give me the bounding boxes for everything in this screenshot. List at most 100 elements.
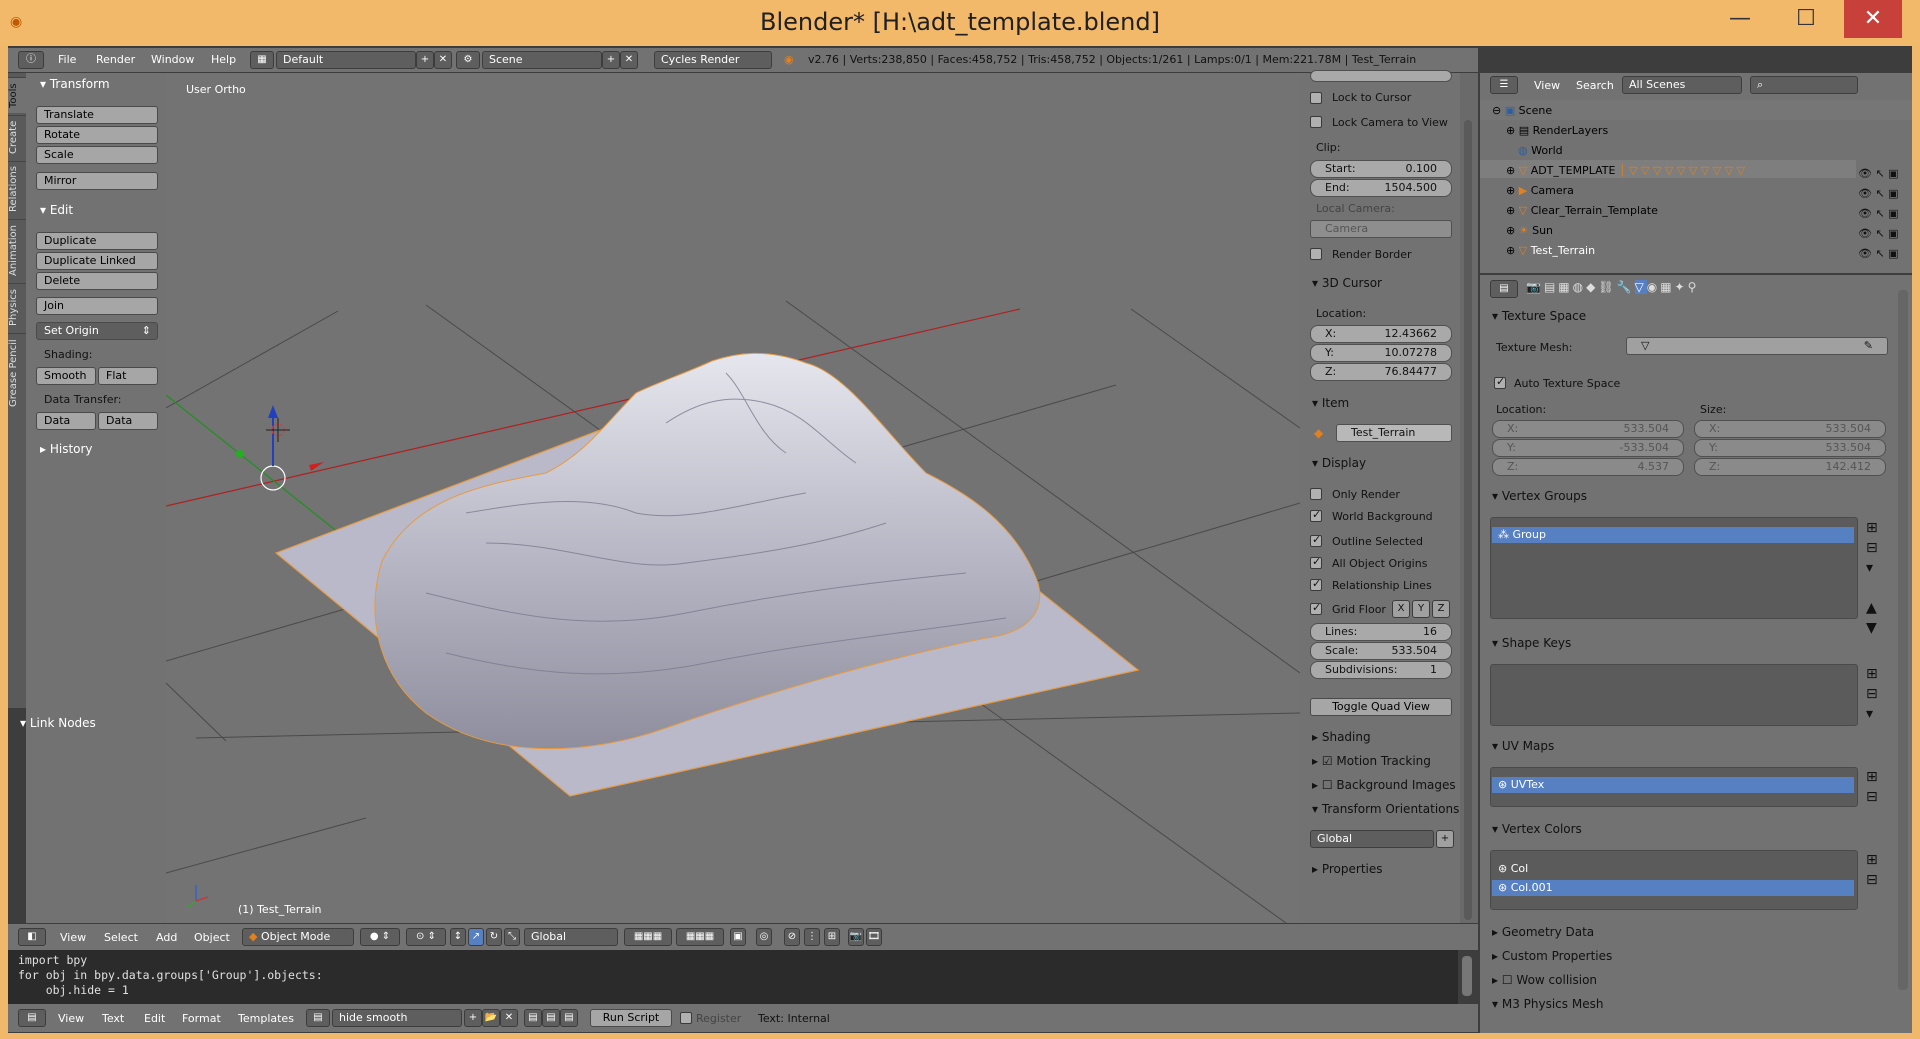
text-browse-icon[interactable]: ▤ bbox=[306, 1009, 330, 1027]
tab-grease-pencil[interactable]: Grease Pencil bbox=[8, 333, 26, 413]
visibility-icons[interactable]: 👁 ↖ ▣ 👁 ↖ ▣ 👁 ↖ ▣ 👁 ↖ ▣ 👁 ↖ ▣ bbox=[1858, 164, 1899, 264]
menu-file[interactable]: File bbox=[58, 52, 76, 68]
shading-header[interactable]: ▸ Shading bbox=[1312, 730, 1371, 744]
text-name-field[interactable]: hide smooth bbox=[332, 1009, 462, 1027]
grid-scale-field[interactable]: Scale: 533.504 bbox=[1310, 642, 1452, 660]
data-layout-button[interactable]: Data Layo bbox=[98, 412, 158, 430]
transform-orientation-dropdown[interactable]: Global bbox=[524, 928, 618, 946]
object-menu[interactable]: Object bbox=[194, 930, 230, 946]
text-edit-menu[interactable]: Edit bbox=[144, 1011, 165, 1027]
texture-space-header[interactable]: ▾ Texture Space bbox=[1492, 309, 1586, 323]
text-editor-scrollbar[interactable] bbox=[1462, 956, 1472, 996]
test-terrain-item[interactable]: ⊕ ▽ Test_Terrain bbox=[1506, 244, 1595, 257]
scene-field[interactable]: Scene bbox=[482, 51, 602, 69]
tab-create[interactable]: Create bbox=[8, 115, 26, 159]
syntax-highlight-toggle[interactable]: ▤ bbox=[560, 1009, 578, 1027]
world-item[interactable]: ◍ World bbox=[1518, 144, 1563, 157]
set-origin-dropdown[interactable]: Set Origin ⇕ bbox=[36, 322, 158, 340]
properties-header[interactable]: ▸ Properties bbox=[1312, 862, 1383, 876]
flat-button[interactable]: Flat bbox=[98, 367, 158, 385]
tex-loc-x-field[interactable]: X: 533.504 bbox=[1492, 420, 1684, 438]
tab-tools[interactable]: Tools bbox=[8, 77, 26, 113]
proportional-edit-icon[interactable]: ◎ bbox=[756, 928, 772, 946]
layers-grid-2[interactable]: ▦▦▦ bbox=[676, 928, 724, 946]
outliner-filter-dropdown[interactable]: All Scenes bbox=[1622, 76, 1742, 94]
vertex-group-item[interactable]: ⁂ Group bbox=[1492, 527, 1854, 543]
join-button[interactable]: Join bbox=[36, 297, 158, 315]
object-name-field[interactable]: Test_Terrain bbox=[1336, 424, 1452, 442]
rotate-button[interactable]: Rotate bbox=[36, 126, 158, 144]
custom-properties-header[interactable]: ▸ Custom Properties bbox=[1492, 949, 1612, 963]
shape-keys-header[interactable]: ▾ Shape Keys bbox=[1492, 636, 1571, 650]
scale-manipulator-icon[interactable]: ⤡ bbox=[504, 928, 520, 946]
tab-animation[interactable]: Animation bbox=[8, 219, 26, 281]
shape-key-controls[interactable]: ⊞ ⊟ ▾ bbox=[1866, 664, 1878, 724]
cursor-y-field[interactable]: Y: 10.07278 bbox=[1310, 344, 1452, 362]
uv-map-item[interactable]: ⊛ UVTex bbox=[1492, 777, 1854, 793]
tex-size-z-field[interactable]: Z: 142.412 bbox=[1694, 458, 1886, 476]
open-text-icon[interactable]: 📂 bbox=[482, 1009, 500, 1027]
vertex-groups-header[interactable]: ▾ Vertex Groups bbox=[1492, 489, 1587, 503]
render-preview-icon[interactable]: 📷 bbox=[848, 928, 864, 946]
grid-lines-field[interactable]: Lines: 16 bbox=[1310, 623, 1452, 641]
data-button[interactable]: Data bbox=[36, 412, 96, 430]
text-templates-menu[interactable]: Templates bbox=[238, 1011, 294, 1027]
clip-end-field[interactable]: End: 1504.500 bbox=[1310, 179, 1452, 197]
world-background-checkbox[interactable] bbox=[1310, 508, 1322, 522]
properties-scrollbar[interactable] bbox=[1898, 290, 1908, 990]
render-animation-icon[interactable]: 🎞 bbox=[866, 928, 882, 946]
snap-element-icon[interactable]: ⋮ bbox=[804, 928, 820, 946]
vertex-group-controls[interactable]: ⊞ ⊟ ▾ ▲ ▼ bbox=[1866, 518, 1878, 638]
view-menu[interactable]: View bbox=[60, 930, 86, 946]
translate-manipulator-icon[interactable]: ↗ bbox=[468, 928, 484, 946]
lock-camera-checkbox[interactable] bbox=[1310, 116, 1322, 128]
wow-collision-header[interactable]: ▸ ☐ Wow collision bbox=[1492, 973, 1597, 987]
menu-help[interactable]: Help bbox=[211, 52, 236, 68]
register-checkbox[interactable] bbox=[680, 1012, 692, 1024]
remove-scene-icon[interactable]: ✕ bbox=[620, 51, 638, 69]
tab-relations[interactable]: Relations bbox=[8, 161, 26, 217]
delete-button[interactable]: Delete bbox=[36, 272, 158, 290]
cursor-z-field[interactable]: Z: 76.84477 bbox=[1310, 363, 1452, 381]
geometry-data-header[interactable]: ▸ Geometry Data bbox=[1492, 925, 1594, 939]
vertex-color-controls[interactable]: ⊞ ⊟ bbox=[1866, 850, 1878, 890]
grid-axis-x-toggle[interactable]: X bbox=[1392, 600, 1410, 618]
motion-tracking-header[interactable]: ▸ ☑ Motion Tracking bbox=[1312, 754, 1431, 768]
menu-window[interactable]: Window bbox=[151, 52, 194, 68]
smooth-button[interactable]: Smooth bbox=[36, 367, 96, 385]
manipulator-toggle[interactable]: ↕ bbox=[450, 928, 466, 946]
outliner-menu-search[interactable]: Search bbox=[1576, 79, 1614, 92]
texture-mesh-field[interactable]: ▽ ✎ bbox=[1626, 337, 1888, 355]
sun-item[interactable]: ⊕ ☀ Sun bbox=[1506, 224, 1553, 237]
layout-field[interactable]: Default bbox=[276, 51, 416, 69]
uv-maps-header[interactable]: ▾ UV Maps bbox=[1492, 739, 1554, 753]
script-code[interactable]: import bpy for obj in bpy.data.groups['G… bbox=[18, 953, 323, 998]
pivot-point-dropdown[interactable]: ⊙ ⇕ bbox=[406, 928, 446, 946]
tex-size-x-field[interactable]: X: 533.504 bbox=[1694, 420, 1886, 438]
uv-map-controls[interactable]: ⊞ ⊟ bbox=[1866, 767, 1878, 807]
vertex-colors-header[interactable]: ▾ Vertex Colors bbox=[1492, 822, 1582, 836]
text-view-menu[interactable]: View bbox=[58, 1011, 84, 1027]
vertex-color-col001[interactable]: ⊛ Col.001 bbox=[1492, 880, 1854, 896]
outliner-editor-icon[interactable]: ☰ bbox=[1490, 76, 1518, 94]
grid-axis-z-toggle[interactable]: Z bbox=[1432, 600, 1450, 618]
3d-viewport[interactable]: User Ortho (1) Test_Terrain bbox=[166, 73, 1300, 923]
select-menu[interactable]: Select bbox=[104, 930, 138, 946]
add-scene-icon[interactable]: + bbox=[602, 51, 620, 69]
duplicate-button[interactable]: Duplicate bbox=[36, 232, 158, 250]
add-layout-icon[interactable]: + bbox=[416, 51, 434, 69]
translate-button[interactable]: Translate bbox=[36, 106, 158, 124]
3d-view-editor-icon[interactable]: ◧ bbox=[18, 928, 46, 946]
word-wrap-toggle[interactable]: ▤ bbox=[542, 1009, 560, 1027]
grid-subdivisions-field[interactable]: Subdivisions: 1 bbox=[1310, 661, 1452, 679]
mesh-data-tab[interactable]: ▽ bbox=[1634, 280, 1647, 294]
scene-icon[interactable]: ⚙ bbox=[456, 51, 480, 69]
viewport-shading-dropdown[interactable]: ● ⇕ bbox=[360, 928, 400, 946]
close-button[interactable]: ✕ bbox=[1844, 0, 1902, 38]
text-editor-icon[interactable]: ▤ bbox=[18, 1009, 46, 1027]
grid-floor-checkbox[interactable] bbox=[1310, 601, 1322, 615]
add-orientation-icon[interactable]: + bbox=[1436, 830, 1454, 848]
vertex-color-col[interactable]: ⊛ Col bbox=[1498, 862, 1528, 875]
display-header[interactable]: ▾ Display bbox=[1312, 456, 1366, 470]
rotate-manipulator-icon[interactable]: ↻ bbox=[486, 928, 502, 946]
